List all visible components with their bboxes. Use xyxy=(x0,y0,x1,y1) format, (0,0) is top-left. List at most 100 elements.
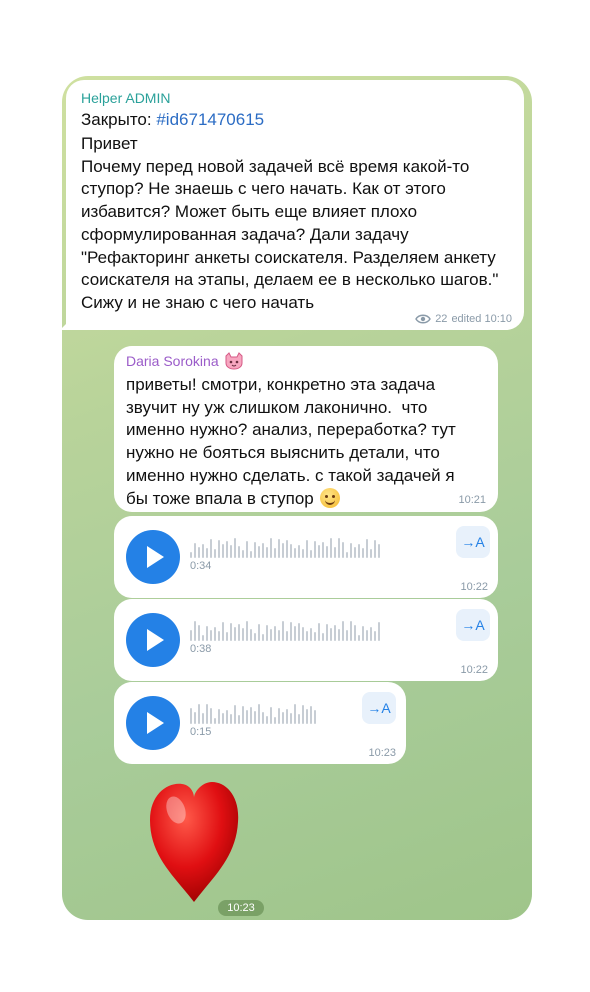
waveform-bar xyxy=(346,552,348,558)
waveform-bar xyxy=(290,544,292,558)
waveform-bar xyxy=(350,543,352,558)
waveform-bar xyxy=(294,548,296,558)
sender-name-row: Daria Sorokina xyxy=(126,352,245,370)
waveform-bar xyxy=(278,630,280,641)
transcribe-button[interactable]: →A xyxy=(456,526,490,558)
waveform-bar xyxy=(258,624,260,641)
waveform-bar xyxy=(246,541,248,558)
waveform-bar xyxy=(250,551,252,558)
waveform-bar xyxy=(302,549,304,558)
waveform-bar xyxy=(306,540,308,558)
waveform-bar xyxy=(218,709,220,724)
waveform-bar xyxy=(262,634,264,641)
message-helper-admin[interactable]: Helper ADMIN Закрыто: #id671470615 Приве… xyxy=(62,80,524,330)
message-text-content: приветы! смотри, конкретно эта задача зв… xyxy=(126,375,461,508)
waveform-bar xyxy=(330,628,332,641)
red-heart-sticker-icon[interactable] xyxy=(146,776,242,904)
waveform-bar xyxy=(218,631,220,641)
transcribe-button[interactable]: →A xyxy=(456,609,490,641)
waveform-bar xyxy=(230,714,232,724)
waveform-bar xyxy=(378,544,380,558)
voice-message[interactable]: 0:15 →A 10:23 xyxy=(114,682,406,764)
waveform-bar xyxy=(306,709,308,724)
waveform-bar xyxy=(258,546,260,558)
waveform-bar xyxy=(226,632,228,641)
waveform-bar xyxy=(230,545,232,558)
waveform-bar xyxy=(374,540,376,558)
view-count: 22 xyxy=(435,313,448,325)
waveform-bar xyxy=(270,538,272,558)
waveform-bar xyxy=(262,543,264,558)
waveform-bar xyxy=(210,630,212,641)
waveform-bar xyxy=(226,710,228,724)
waveform-bar xyxy=(202,544,204,558)
voice-waveform[interactable] xyxy=(190,702,316,724)
sender-name[interactable]: Helper ADMIN xyxy=(81,90,170,106)
play-button[interactable] xyxy=(126,530,180,584)
waveform-bar xyxy=(206,548,208,558)
waveform-bar xyxy=(190,630,192,641)
waveform-bar xyxy=(218,540,220,558)
sticker-time: 10:23 xyxy=(218,900,264,916)
waveform-bar xyxy=(298,714,300,724)
sender-name[interactable]: Daria Sorokina xyxy=(126,353,219,369)
waveform-bar xyxy=(250,707,252,724)
hashtag-link[interactable]: #id671470615 xyxy=(156,110,264,129)
waveform-bar xyxy=(274,548,276,558)
waveform-bar xyxy=(374,631,376,641)
waveform-bar xyxy=(230,623,232,641)
waveform-bar xyxy=(322,542,324,558)
waveform-bar xyxy=(306,631,308,641)
message-text: приветы! смотри, конкретно эта задача зв… xyxy=(126,374,476,510)
message-text: Привет Почему перед новой задачей всё вр… xyxy=(81,134,499,312)
waveform-bar xyxy=(222,713,224,724)
waveform-bar xyxy=(302,627,304,641)
waveform-bar xyxy=(346,630,348,641)
edited-time: edited 10:10 xyxy=(451,313,512,325)
voice-waveform[interactable] xyxy=(190,619,380,641)
waveform-bar xyxy=(286,631,288,641)
waveform-bar xyxy=(266,716,268,724)
play-button[interactable] xyxy=(126,696,180,750)
message-time: 10:23 xyxy=(368,747,396,759)
waveform-bar xyxy=(206,704,208,724)
waveform-bar xyxy=(238,715,240,724)
waveform-bar xyxy=(266,547,268,558)
waveform-bar xyxy=(242,706,244,724)
voice-waveform[interactable] xyxy=(190,536,380,558)
waveform-bar xyxy=(222,544,224,558)
waveform-bar xyxy=(358,544,360,558)
waveform-bar xyxy=(202,635,204,641)
waveform-bar xyxy=(242,550,244,558)
bubble-tail xyxy=(62,316,74,330)
waveform-bar xyxy=(318,623,320,641)
waveform-bar xyxy=(274,717,276,724)
waveform-bar xyxy=(326,624,328,641)
voice-message[interactable]: 0:38 →A 10:22 xyxy=(114,599,498,681)
waveform-bar xyxy=(314,710,316,724)
waveform-bar xyxy=(338,538,340,558)
waveform-bar xyxy=(214,549,216,558)
waveform-bar xyxy=(266,625,268,641)
message-meta: 22 edited 10:10 xyxy=(415,313,512,325)
waveform-bar xyxy=(234,705,236,724)
message-time: 10:22 xyxy=(460,664,488,676)
transcribe-button[interactable]: →A xyxy=(362,692,396,724)
waveform-bar xyxy=(254,633,256,641)
waveform-bar xyxy=(194,712,196,724)
message-daria[interactable]: Daria Sorokina приветы! смотри, конкретн… xyxy=(114,346,498,512)
waveform-bar xyxy=(286,709,288,724)
chat-area: Helper ADMIN Закрыто: #id671470615 Приве… xyxy=(62,76,532,920)
waveform-bar xyxy=(342,542,344,558)
waveform-bar xyxy=(234,627,236,641)
play-button[interactable] xyxy=(126,613,180,667)
voice-message[interactable]: 0:34 →A 10:22 xyxy=(114,516,498,598)
waveform-bar xyxy=(210,539,212,558)
waveform-bar xyxy=(274,626,276,641)
waveform-bar xyxy=(354,625,356,641)
waveform-bar xyxy=(318,545,320,558)
waveform-bar xyxy=(194,543,196,558)
waveform-bar xyxy=(286,540,288,558)
waveform-bar xyxy=(198,547,200,558)
waveform-bar xyxy=(270,707,272,724)
